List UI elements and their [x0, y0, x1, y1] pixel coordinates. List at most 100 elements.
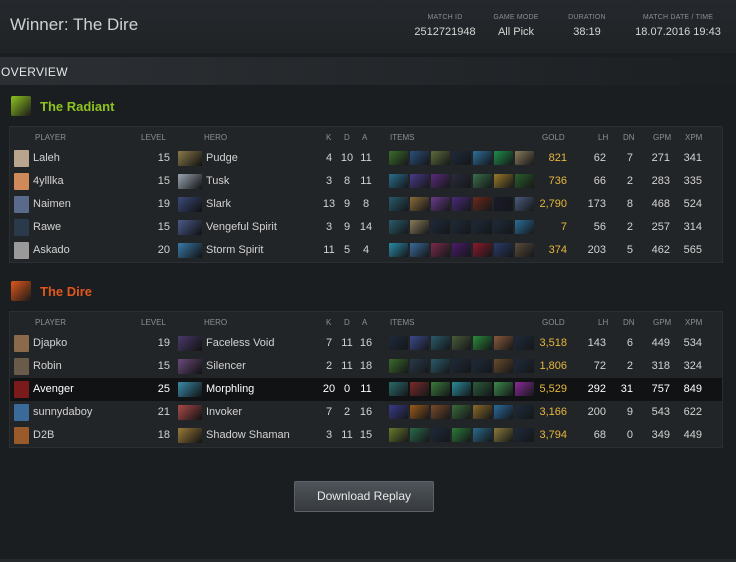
table-row[interactable]: Djapko 19 Faceless Void 7 11 16 3,518 143 6 449 53… — [10, 332, 722, 355]
hero-name[interactable]: Faceless Void — [206, 337, 274, 349]
item-icon[interactable] — [473, 336, 492, 350]
item-icon[interactable] — [389, 197, 408, 211]
player-name[interactable]: Laleh — [33, 152, 60, 164]
item-icon[interactable] — [452, 428, 471, 442]
item-icon[interactable] — [473, 382, 492, 396]
player-avatar — [14, 427, 29, 444]
player-name[interactable]: Askado — [33, 244, 70, 256]
item-icon[interactable] — [410, 428, 429, 442]
item-icon[interactable] — [431, 382, 450, 396]
item-icon[interactable] — [410, 220, 429, 234]
item-icon[interactable] — [473, 428, 492, 442]
deaths: 8 — [343, 175, 351, 187]
player-name[interactable]: Rawe — [33, 221, 61, 233]
item-icon[interactable] — [389, 405, 408, 419]
table-row[interactable]: Naimen 19 Slark 13 9 8 2,790 173 8 468 524 — [10, 193, 722, 216]
item-icon[interactable] — [431, 243, 450, 257]
item-icon[interactable] — [494, 428, 513, 442]
item-icon[interactable] — [494, 405, 513, 419]
item-icon[interactable] — [431, 220, 450, 234]
table-row[interactable]: Askado 20 Storm Spirit 11 5 4 374 203 5 462 565 — [10, 239, 722, 262]
player-name[interactable]: Avenger — [33, 383, 74, 395]
item-icon[interactable] — [494, 359, 513, 373]
table-row[interactable]: Rawe 15 Vengeful Spirit 3 9 14 7 56 2 257 314 — [10, 216, 722, 239]
item-icon[interactable] — [452, 197, 471, 211]
hero-name[interactable]: Vengeful Spirit — [206, 221, 277, 233]
item-icon[interactable] — [452, 174, 471, 188]
item-icon[interactable] — [389, 382, 408, 396]
hero-name[interactable]: Silencer — [206, 360, 246, 372]
table-row[interactable]: Laleh 15 Pudge 4 10 11 821 62 7 271 341 — [10, 147, 722, 170]
item-icon[interactable] — [452, 151, 471, 165]
item-icon[interactable] — [410, 174, 429, 188]
meta-game-mode: GAME MODE All Pick — [493, 14, 539, 38]
gpm-value: 257 — [651, 221, 670, 233]
item-icon[interactable] — [431, 405, 450, 419]
kills: 3 — [325, 221, 333, 233]
item-icon[interactable] — [473, 243, 492, 257]
item-icon[interactable] — [431, 359, 450, 373]
table-row[interactable]: 4ylllka 15 Tusk 3 8 11 736 66 2 283 335 — [10, 170, 722, 193]
item-icon[interactable] — [389, 336, 408, 350]
item-icon[interactable] — [452, 220, 471, 234]
item-icon[interactable] — [473, 197, 492, 211]
item-slots — [389, 405, 536, 420]
player-name[interactable]: sunnydaboy — [33, 406, 92, 418]
player-name[interactable]: Robin — [33, 360, 62, 372]
item-icon[interactable] — [494, 243, 513, 257]
table-row[interactable]: Avenger 25 Morphling 20 0 11 5,529 292 31 757 849 — [10, 378, 722, 401]
hero-name[interactable]: Pudge — [206, 152, 238, 164]
player-name[interactable]: D2B — [33, 429, 54, 441]
item-icon[interactable] — [389, 428, 408, 442]
table-row[interactable]: D2B 18 Shadow Shaman 3 11 15 3,794 68 0 349 449 — [10, 424, 722, 447]
item-icon[interactable] — [410, 405, 429, 419]
item-icon[interactable] — [410, 336, 429, 350]
item-icon[interactable] — [410, 382, 429, 396]
item-icon[interactable] — [410, 243, 429, 257]
item-icon[interactable] — [431, 151, 450, 165]
item-icon[interactable] — [494, 151, 513, 165]
item-icon[interactable] — [389, 359, 408, 373]
download-replay-button[interactable]: Download Replay — [294, 481, 434, 512]
item-icon[interactable] — [473, 220, 492, 234]
item-icon[interactable] — [410, 197, 429, 211]
hero-name[interactable]: Invoker — [206, 406, 242, 418]
hero-name[interactable]: Slark — [206, 198, 231, 210]
table-row[interactable]: Robin 15 Silencer 2 11 18 1,806 72 2 318 324 — [10, 355, 722, 378]
item-icon[interactable] — [452, 243, 471, 257]
hero-portrait-icon — [178, 197, 202, 212]
item-icon[interactable] — [473, 405, 492, 419]
item-icon[interactable] — [452, 359, 471, 373]
item-icon[interactable] — [410, 359, 429, 373]
item-icon[interactable] — [389, 151, 408, 165]
item-icon[interactable] — [473, 151, 492, 165]
table-row[interactable]: sunnydaboy 21 Invoker 7 2 16 3,166 200 9 543 622 — [10, 401, 722, 424]
item-icon[interactable] — [389, 174, 408, 188]
item-icon[interactable] — [452, 405, 471, 419]
item-icon[interactable] — [431, 174, 450, 188]
hero-name[interactable]: Storm Spirit — [206, 244, 263, 256]
gold-value: 7 — [560, 221, 567, 233]
deaths: 9 — [343, 198, 351, 210]
item-icon[interactable] — [389, 243, 408, 257]
item-icon[interactable] — [431, 197, 450, 211]
hero-name[interactable]: Morphling — [206, 383, 254, 395]
item-icon[interactable] — [494, 220, 513, 234]
item-icon[interactable] — [389, 220, 408, 234]
item-icon[interactable] — [452, 336, 471, 350]
player-name[interactable]: 4ylllka — [33, 175, 64, 187]
hero-name[interactable]: Shadow Shaman — [206, 429, 290, 441]
item-icon[interactable] — [494, 197, 513, 211]
item-icon[interactable] — [494, 382, 513, 396]
item-icon[interactable] — [494, 174, 513, 188]
item-icon[interactable] — [494, 336, 513, 350]
item-icon[interactable] — [452, 382, 471, 396]
player-name[interactable]: Naimen — [33, 198, 71, 210]
item-icon[interactable] — [431, 428, 450, 442]
item-icon[interactable] — [473, 174, 492, 188]
player-name[interactable]: Djapko — [33, 337, 67, 349]
item-icon[interactable] — [410, 151, 429, 165]
hero-name[interactable]: Tusk — [206, 175, 229, 187]
item-icon[interactable] — [473, 359, 492, 373]
item-icon[interactable] — [431, 336, 450, 350]
